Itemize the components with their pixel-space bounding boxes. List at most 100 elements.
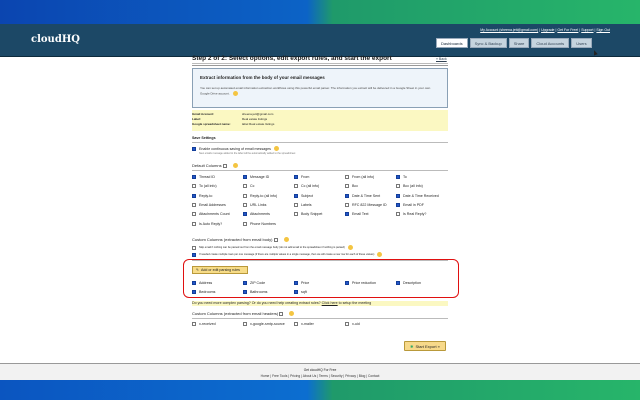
column-option[interactable]: Bcc (all info) [396,184,423,189]
tab-dashboards[interactable]: Dashboards [436,38,468,48]
column-option[interactable]: Email in PDF [396,202,424,207]
column-option[interactable]: To [396,175,407,179]
column-option[interactable]: Cc (all info) [294,184,319,189]
column-checkbox[interactable] [243,322,247,326]
column-checkbox[interactable] [243,184,247,189]
column-checkbox[interactable] [294,175,298,179]
header-link[interactable]: My Account (sheena.jett@gmail.com) [480,28,538,32]
column-checkbox[interactable] [396,212,400,217]
cloudhq-logo[interactable]: cloudHQ [31,34,80,45]
column-option[interactable]: Email Text [345,212,369,217]
column-option[interactable]: Date & Time Received [396,193,439,198]
column-option[interactable]: Is Real Reply? [396,212,426,217]
column-checkbox[interactable] [294,184,298,189]
column-checkbox[interactable] [192,221,196,226]
column-checkbox[interactable] [345,212,349,217]
column-checkbox[interactable] [192,175,196,179]
column-option[interactable]: Bathrooms [243,290,267,295]
footer-link[interactable]: Home [261,374,270,378]
column-option[interactable]: Message ID [243,175,269,179]
column-option[interactable]: x-uid [345,322,360,326]
footer-link[interactable]: Privacy [345,374,356,378]
column-option[interactable]: Reply-to (all info) [243,193,277,198]
column-checkbox[interactable] [243,193,247,198]
header-link[interactable]: Sign Out [596,28,610,32]
column-checkbox[interactable] [192,290,196,295]
column-checkbox[interactable] [345,184,349,189]
column-checkbox[interactable] [396,175,400,179]
help-icon[interactable] [347,245,353,250]
column-checkbox[interactable] [345,202,349,207]
column-checkbox[interactable] [294,290,298,295]
tab-users[interactable]: Users [571,38,592,48]
column-option[interactable]: Thread ID [192,175,215,179]
footer-link[interactable]: Blog [359,374,366,378]
column-option[interactable]: From [294,175,309,179]
add-edit-parsing-rules-button[interactable]: ✎ Add or edit parsing rules [192,266,248,274]
column-option[interactable]: Body Snippet [294,212,322,217]
column-option[interactable]: ZIP Code [243,281,265,285]
column-checkbox[interactable] [243,202,247,207]
footer-link[interactable]: Security [331,374,343,378]
header-link[interactable]: Support [581,28,593,32]
column-checkbox[interactable] [192,184,196,189]
column-checkbox[interactable] [192,193,196,198]
column-checkbox[interactable] [294,212,298,217]
footer-link[interactable]: Terms [319,374,328,378]
column-checkbox[interactable] [192,281,196,285]
footer-promo[interactable]: Get cloudHQ For Free [0,368,640,372]
help-icon[interactable] [377,252,383,257]
tab-share[interactable]: Share [508,38,530,48]
column-checkbox[interactable] [243,290,247,295]
column-option[interactable]: x-mailer [294,322,314,326]
footer-link[interactable]: Contact [368,374,379,378]
column-checkbox[interactable] [243,221,247,226]
column-option[interactable]: Cc [243,184,254,189]
column-option[interactable]: Attachments [243,212,270,217]
column-checkbox[interactable] [294,193,298,198]
column-option[interactable]: Date & Time Sent [345,193,380,198]
column-checkbox[interactable] [243,175,247,179]
column-checkbox[interactable] [345,175,349,179]
multiple-rows-checkbox[interactable] [192,252,196,257]
column-option[interactable]: Phone Numbers [243,221,276,226]
help-icon[interactable] [283,237,289,242]
column-option[interactable]: Is Auto Reply? [192,221,222,226]
column-option[interactable]: Price [294,281,309,285]
column-checkbox[interactable] [243,281,247,285]
column-option[interactable]: Reply-to [192,193,212,198]
column-option[interactable]: Labels [294,202,312,207]
footer-link[interactable]: Pricing [290,374,300,378]
help-icon[interactable] [232,91,238,96]
tab-cloud-accounts[interactable]: Cloud Accounts [531,38,570,48]
column-option[interactable]: Subject [294,193,313,198]
column-checkbox[interactable] [345,193,349,198]
header-link[interactable]: Upgrade [541,28,554,32]
column-option[interactable]: To (all info) [192,184,217,189]
column-option[interactable]: sqft [294,290,307,295]
column-option[interactable]: Bcc [345,184,358,189]
column-option[interactable]: Attachments Count [192,212,230,217]
column-checkbox[interactable] [192,202,196,207]
footer-link[interactable]: About Us [303,374,317,378]
click-here-link[interactable]: Click here [322,301,338,305]
column-checkbox[interactable] [396,193,400,198]
help-icon[interactable] [273,146,279,151]
column-checkbox[interactable] [294,202,298,207]
column-checkbox[interactable] [294,281,298,285]
column-option[interactable]: URL Links [243,202,266,207]
column-option[interactable]: RFC 822 Message ID [345,202,387,207]
column-checkbox[interactable] [396,184,400,189]
column-checkbox[interactable] [396,281,400,285]
continuous-save-checkbox[interactable] [192,146,196,151]
column-option[interactable]: From (all info) [345,175,374,179]
custom-body-toggle-checkbox[interactable] [273,237,278,242]
footer-link[interactable]: Free Tools [272,374,287,378]
column-checkbox[interactable] [294,322,298,326]
default-columns-toggle-checkbox[interactable] [222,163,227,168]
column-option[interactable]: x-google-smtp-source [243,322,285,326]
back-link[interactable]: « Back [436,57,447,61]
column-checkbox[interactable] [243,212,247,217]
skip-email-checkbox[interactable] [192,245,196,250]
start-export-button[interactable]: ✱ Start Export » [404,341,446,351]
